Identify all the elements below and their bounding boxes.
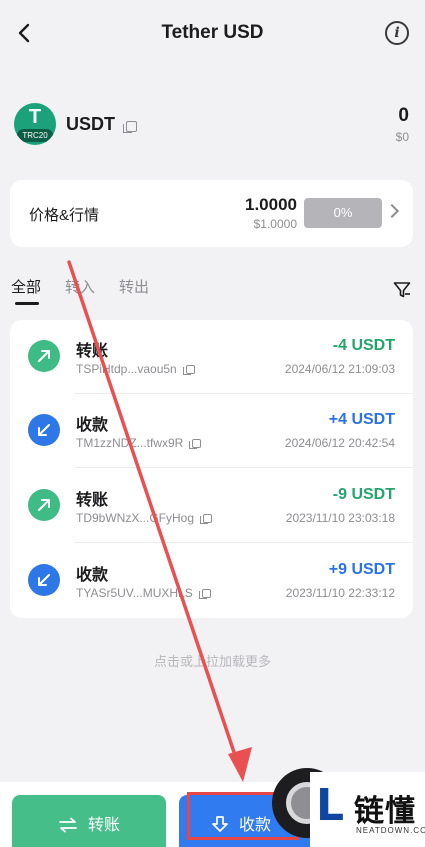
transaction-time: 2023/11/10 22:33:12 (285, 586, 395, 600)
list-item[interactable]: 转账 TD9bWNzX...GFyHog -9 USDT 2023/11/10 … (10, 469, 413, 543)
arrow-up-right-icon (28, 340, 60, 372)
token-balance: 0 (398, 105, 409, 126)
load-more-hint[interactable]: 点击或上拉加载更多 (0, 651, 425, 670)
list-item[interactable]: 转账 TSPiHtdp...vaou5n -4 USDT 2024/06/12 … (10, 320, 413, 394)
watermark-url: NEATDOWN.COM (356, 826, 425, 835)
arrow-down-left-icon (28, 564, 60, 596)
transaction-amount: -4 USDT (332, 337, 395, 354)
copy-icon[interactable] (200, 514, 213, 525)
price-value-usd: $1.0000 (253, 217, 297, 231)
list-item[interactable]: 收款 TM1zzNDZ...tfwx9R +4 USDT 2024/06/12 … (10, 394, 413, 468)
transaction-amount: +4 USDT (328, 411, 395, 428)
divider (75, 467, 413, 468)
info-icon[interactable]: i (385, 21, 409, 45)
watermark-logo: L (316, 780, 345, 831)
transaction-time: 2024/06/12 20:42:54 (284, 436, 395, 450)
copy-icon[interactable] (182, 365, 195, 376)
token-balance-usd: $0 (395, 130, 409, 144)
address-text: TD9bWNzX...GFyHog (76, 511, 195, 525)
price-market-label: 价格&行情 (29, 207, 100, 224)
tab-all[interactable]: 全部 (11, 276, 41, 297)
filter-icon[interactable] (393, 281, 411, 299)
usdt-token-logo: T TRC20 (14, 103, 56, 145)
copy-icon[interactable] (189, 439, 202, 450)
tab-incoming[interactable]: 转入 (65, 276, 95, 297)
chevron-right-icon (384, 203, 400, 219)
token-symbol: USDT (66, 114, 115, 134)
transaction-time: 2024/06/12 21:09:03 (284, 362, 395, 376)
address-text: TYASr5UV...MUXHLS (76, 586, 193, 600)
transaction-amount: -9 USDT (332, 486, 395, 503)
send-button[interactable]: 转账 (12, 795, 166, 847)
transfer-arrows-icon (59, 817, 77, 833)
price-value: 1.0000 (245, 195, 297, 214)
active-tab-indicator (15, 302, 39, 305)
list-item[interactable]: 收款 TYASr5UV...MUXHLS +9 USDT 2023/11/10 … (10, 544, 413, 618)
watermark: L 链懂 NEATDOWN.COM (310, 772, 425, 847)
tether-logo-letter: T (28, 106, 42, 128)
transaction-type: 转账 (76, 343, 109, 360)
tab-outgoing[interactable]: 转出 (119, 276, 149, 297)
transaction-time: 2023/11/10 23:03:18 (285, 511, 395, 525)
arrow-down-left-icon (28, 414, 60, 446)
transaction-amount: +9 USDT (328, 561, 395, 578)
transaction-type: 收款 (76, 417, 109, 434)
transaction-address: TM1zzNDZ...tfwx9R (76, 436, 202, 450)
transaction-type: 收款 (76, 567, 109, 584)
transaction-list: 转账 TSPiHtdp...vaou5n -4 USDT 2024/06/12 … (10, 320, 413, 618)
transaction-address: TYASr5UV...MUXHLS (76, 586, 211, 600)
divider (75, 542, 413, 543)
network-badge: TRC20 (17, 129, 53, 142)
copy-icon[interactable] (198, 589, 211, 600)
transaction-address: TD9bWNzX...GFyHog (76, 511, 213, 525)
price-change-badge: 0% (304, 198, 382, 228)
copy-icon[interactable] (123, 121, 137, 134)
price-market-card[interactable]: 价格&行情 1.0000 $1.0000 0% (10, 180, 413, 247)
arrow-up-right-icon (28, 489, 60, 521)
watermark-name: 链懂 (354, 794, 416, 829)
transaction-address: TSPiHtdp...vaou5n (76, 362, 195, 376)
address-text: TM1zzNDZ...tfwx9R (76, 436, 184, 450)
send-button-label: 转账 (87, 817, 120, 834)
page-title: Tether USD (161, 22, 264, 43)
transaction-type: 转账 (76, 492, 109, 509)
address-text: TSPiHtdp...vaou5n (76, 362, 177, 376)
